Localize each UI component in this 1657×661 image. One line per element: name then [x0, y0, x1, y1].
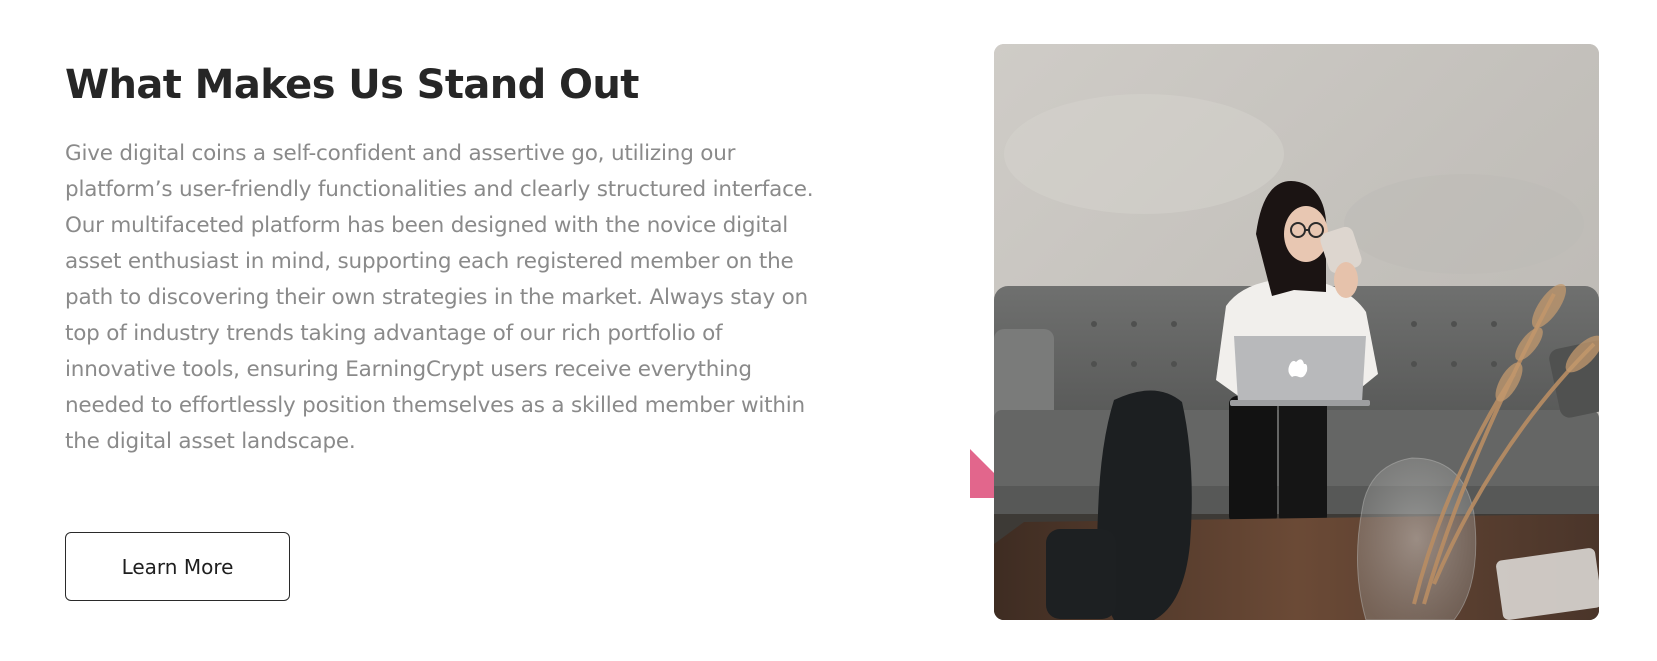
feature-photo — [994, 44, 1599, 620]
section-title: What Makes Us Stand Out — [65, 62, 639, 108]
learn-more-button[interactable]: Learn More — [65, 532, 290, 601]
feature-section: What Makes Us Stand Out Give digital coi… — [0, 0, 1657, 661]
section-description: Give digital coins a self-confident and … — [65, 141, 814, 454]
